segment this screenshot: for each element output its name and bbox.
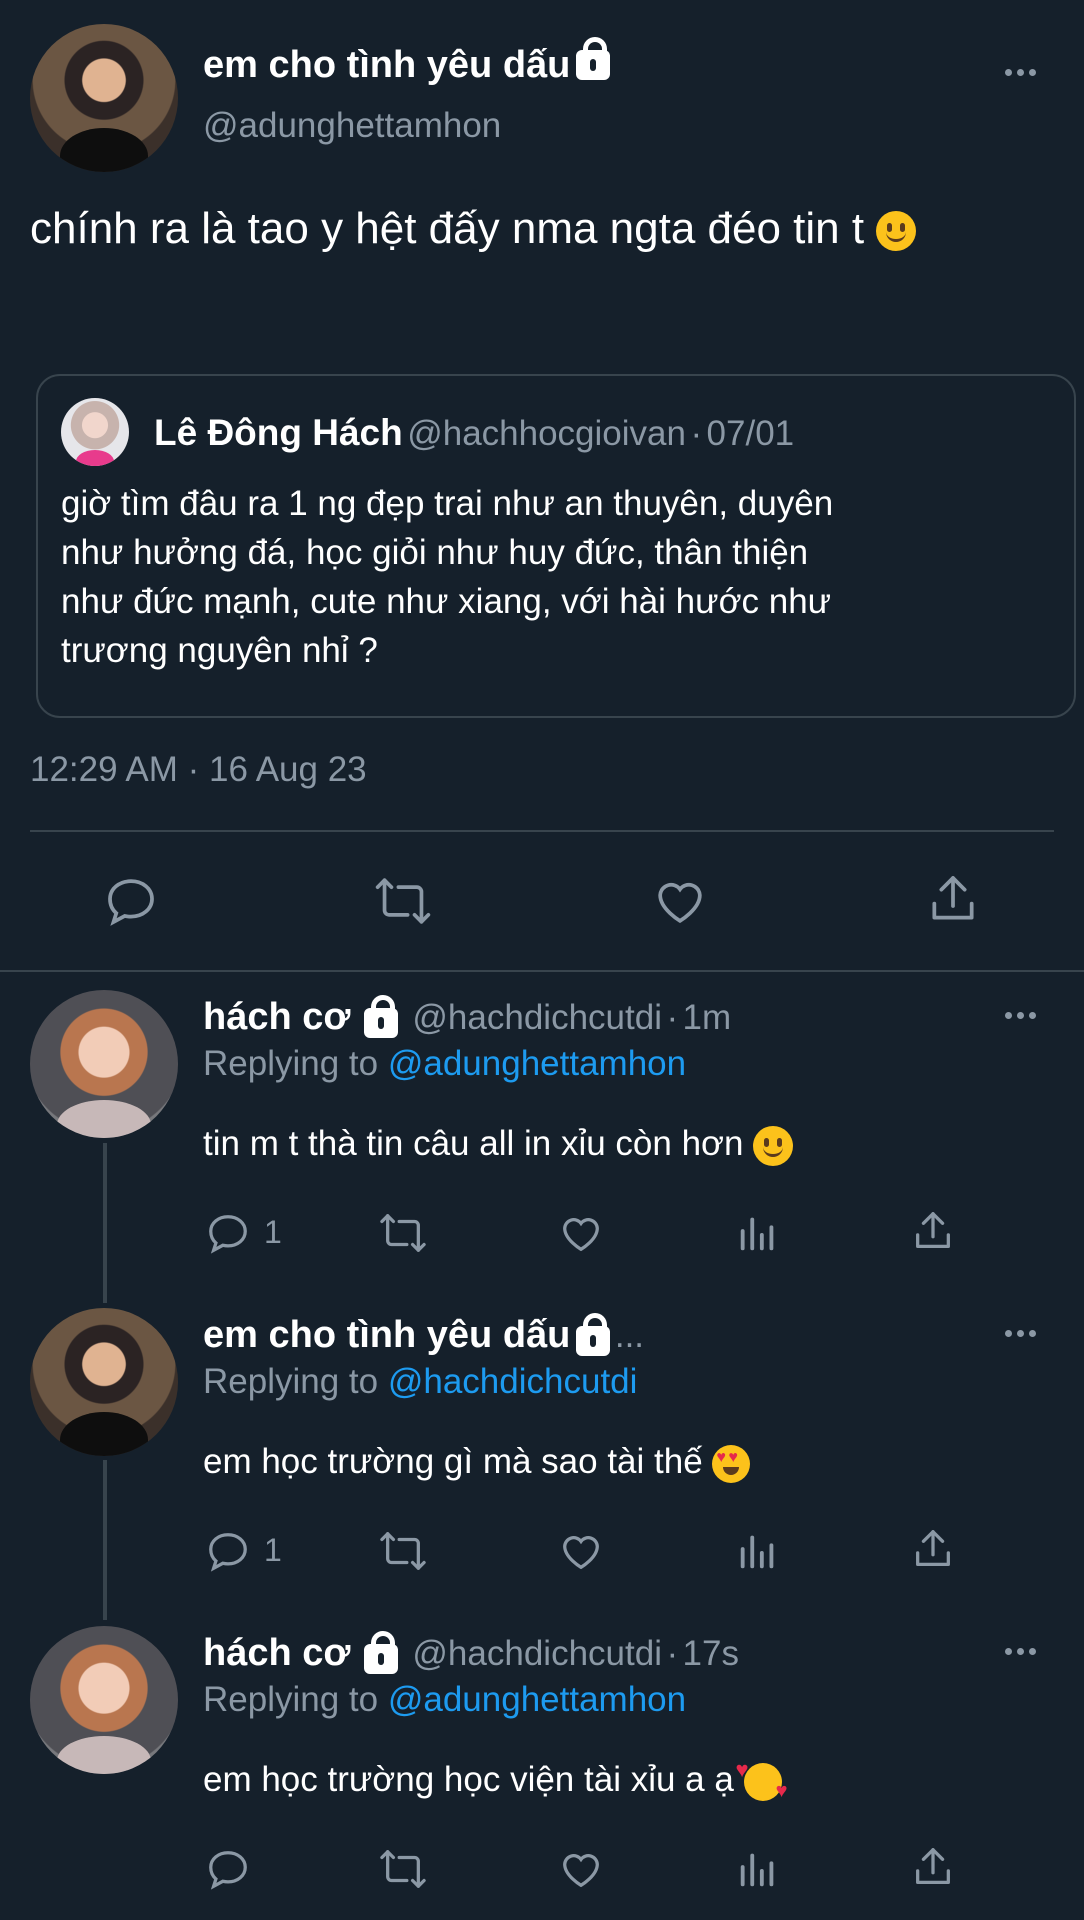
replying-to-link[interactable]: @adunghettamhon bbox=[388, 1044, 686, 1083]
replying-to-link[interactable]: @hachdichcutdi bbox=[388, 1362, 638, 1401]
reply-text-content: em học trường gì mà sao tài thế bbox=[203, 1442, 703, 1481]
reply-header: hách cơ @hachdichcutdi · 1m bbox=[203, 994, 732, 1040]
reply-author-avatar[interactable] bbox=[30, 990, 178, 1138]
separator-dot: · bbox=[666, 998, 679, 1037]
heart-eyes-emoji bbox=[712, 1444, 751, 1483]
lock-icon bbox=[364, 1630, 399, 1674]
quoted-author-avatar bbox=[61, 398, 129, 466]
reply-text: tin m t thà tin câu all in xỉu còn hơn bbox=[203, 1124, 794, 1166]
share-icon[interactable] bbox=[910, 1208, 956, 1254]
views-icon[interactable] bbox=[735, 1528, 781, 1574]
slightly-smiling-face-emoji bbox=[876, 211, 917, 252]
truncation-ellipsis: ... bbox=[614, 1316, 645, 1355]
quoted-tweet-header: Lê Đông Hách @hachhocgioivan · 07/01 bbox=[154, 412, 794, 454]
reply-age: 1m bbox=[682, 998, 732, 1037]
more-options-icon[interactable] bbox=[1005, 1648, 1036, 1655]
divider bbox=[30, 830, 1054, 832]
replying-to-label: Replying to bbox=[203, 1680, 379, 1719]
tweet-timestamp[interactable]: 12:29 AM · 16 Aug 23 bbox=[30, 750, 367, 790]
divider bbox=[0, 970, 1084, 972]
retweet-icon[interactable] bbox=[378, 1528, 428, 1574]
like-icon[interactable] bbox=[557, 1210, 605, 1256]
reply-icon[interactable] bbox=[205, 1528, 251, 1574]
smiling-face-with-hearts-emoji bbox=[736, 1757, 788, 1803]
main-tweet-text: chính ra là tao y hệt đấy nma ngta đéo t… bbox=[30, 197, 1050, 261]
like-icon[interactable] bbox=[557, 1528, 605, 1574]
replying-to-link[interactable]: @adunghettamhon bbox=[388, 1680, 686, 1719]
reply-author-handle[interactable]: @hachdichcutdi bbox=[412, 998, 662, 1037]
more-options-icon[interactable] bbox=[1005, 1012, 1036, 1019]
main-author-name-text[interactable]: em cho tình yêu dấu bbox=[203, 44, 570, 86]
reply-author-handle[interactable]: @hachdichcutdi bbox=[412, 1634, 662, 1673]
reply-author-name[interactable]: hách cơ bbox=[203, 996, 350, 1038]
reply-author-name[interactable]: em cho tình yêu dấu bbox=[203, 1314, 570, 1356]
like-icon[interactable] bbox=[651, 873, 709, 929]
reply-count: 1 bbox=[264, 1214, 282, 1250]
main-author-avatar[interactable] bbox=[30, 24, 178, 172]
reply-icon[interactable] bbox=[205, 1846, 251, 1892]
reply-author-name[interactable]: hách cơ bbox=[203, 1632, 350, 1674]
reply-icon[interactable] bbox=[205, 1210, 251, 1256]
views-icon[interactable] bbox=[735, 1846, 781, 1892]
thread-line bbox=[103, 1143, 107, 1303]
quoted-author-name: Lê Đông Hách bbox=[154, 412, 403, 453]
share-icon[interactable] bbox=[925, 871, 981, 927]
replying-to-line: Replying to @adunghettamhon bbox=[203, 1044, 686, 1084]
replying-to-label: Replying to bbox=[203, 1044, 379, 1083]
retweet-icon[interactable] bbox=[373, 873, 433, 929]
reply-author-avatar[interactable] bbox=[30, 1308, 178, 1456]
main-author-handle[interactable]: @adunghettamhon bbox=[203, 106, 501, 146]
quoted-author-handle: @hachhocgioivan bbox=[407, 414, 686, 453]
share-icon[interactable] bbox=[910, 1844, 956, 1890]
reply-count: 1 bbox=[264, 1532, 282, 1568]
replying-to-line: Replying to @adunghettamhon bbox=[203, 1680, 686, 1720]
share-icon[interactable] bbox=[910, 1526, 956, 1572]
main-author-name[interactable]: em cho tình yêu dấu bbox=[203, 36, 611, 87]
lock-icon bbox=[576, 36, 611, 80]
reply-text: em học trường học viện tài xỉu a ạ bbox=[203, 1757, 788, 1803]
thread-line bbox=[103, 1460, 107, 1620]
quoted-date: 07/01 bbox=[706, 414, 795, 453]
reply-header: hách cơ @hachdichcutdi · 17s bbox=[203, 1630, 739, 1676]
reply-author-avatar[interactable] bbox=[30, 1626, 178, 1774]
reply-text: em học trường gì mà sao tài thế bbox=[203, 1442, 751, 1483]
main-tweet-text-content: chính ra là tao y hệt đấy nma ngta đéo t… bbox=[30, 204, 865, 253]
lock-icon bbox=[576, 1312, 611, 1356]
more-options-icon[interactable] bbox=[1005, 69, 1036, 76]
separator-dot: · bbox=[690, 414, 703, 453]
retweet-icon[interactable] bbox=[378, 1210, 428, 1256]
separator-dot: · bbox=[666, 1634, 679, 1673]
replying-to-line: Replying to @hachdichcutdi bbox=[203, 1362, 637, 1402]
reply-text-content: em học trường học viện tài xỉu a ạ bbox=[203, 1760, 734, 1799]
more-options-icon[interactable] bbox=[1005, 1330, 1036, 1337]
reply-icon[interactable] bbox=[103, 873, 159, 929]
lock-icon bbox=[364, 994, 399, 1038]
replying-to-label: Replying to bbox=[203, 1362, 379, 1401]
slightly-smiling-face-emoji bbox=[753, 1125, 794, 1166]
reply-age: 17s bbox=[682, 1634, 739, 1673]
retweet-icon[interactable] bbox=[378, 1846, 428, 1892]
reply-header: em cho tình yêu dấu ... bbox=[203, 1312, 645, 1358]
like-icon[interactable] bbox=[557, 1846, 605, 1892]
reply-text-content: tin m t thà tin câu all in xỉu còn hơn bbox=[203, 1124, 744, 1163]
quoted-tweet-text: giờ tìm đâu ra 1 ng đẹp trai như an thuy… bbox=[61, 484, 834, 670]
views-icon[interactable] bbox=[735, 1210, 781, 1256]
